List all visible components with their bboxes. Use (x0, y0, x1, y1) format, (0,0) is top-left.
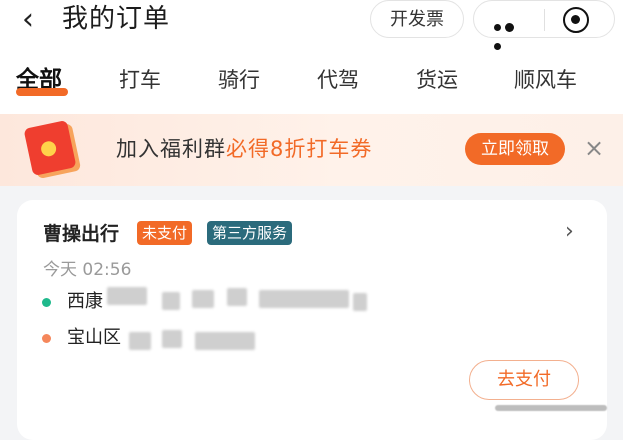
mini-program-capsule (473, 0, 615, 50)
more-icon[interactable] (494, 16, 528, 50)
redacted-start-address (192, 290, 214, 308)
redacted-end-address (195, 332, 255, 350)
redacted-start-address (107, 287, 147, 305)
order-type-tabs: 全部 打车 骑行 代驾 货运 顺风车 (0, 50, 623, 114)
close-target-icon[interactable] (563, 7, 589, 33)
redacted-end-address (162, 330, 182, 348)
invoice-button[interactable]: 开发票 (370, 0, 464, 38)
end-point-dot (42, 334, 51, 343)
close-icon[interactable]: × (584, 133, 604, 163)
tab-taxi[interactable]: 打车 (119, 66, 161, 94)
claim-now-button[interactable]: 立即领取 (465, 133, 565, 165)
capsule-divider (544, 9, 545, 31)
start-address: 西康 (67, 291, 103, 312)
banner-text: 加入福利群必得8折打车券 (116, 134, 372, 164)
active-tab-indicator (16, 88, 68, 96)
start-point-dot (42, 298, 51, 307)
redacted-start-address (162, 292, 180, 310)
red-envelope-icon (23, 119, 77, 177)
banner-text-prefix: 加入福利群 (116, 137, 226, 161)
banner-text-highlight: 必得8折打车券 (226, 137, 373, 161)
tab-designated-driver[interactable]: 代驾 (317, 66, 359, 94)
tab-freight[interactable]: 货运 (416, 66, 458, 94)
order-card[interactable]: 曹操出行 未支付 第三方服务 › 今天 02:56 西康 宝山区 去支付 (17, 200, 607, 440)
chevron-right-icon[interactable]: › (565, 218, 574, 246)
tab-cycling[interactable]: 骑行 (218, 66, 260, 94)
tab-carpool[interactable]: 顺风车 (514, 66, 577, 94)
redacted-end-address (129, 332, 151, 350)
pay-button[interactable]: 去支付 (469, 360, 579, 400)
status-badge: 未支付 (137, 221, 193, 245)
top-bar: ‹ 我的订单 开发票 (0, 0, 623, 50)
home-indicator (495, 405, 607, 411)
redacted-start-address (227, 288, 247, 306)
company-name: 曹操出行 (43, 223, 120, 245)
back-icon[interactable]: ‹ (22, 2, 34, 38)
page-title: 我的订单 (62, 4, 171, 34)
service-badge: 第三方服务 (207, 221, 293, 245)
end-address: 宝山区 (67, 327, 121, 348)
promo-banner[interactable]: 加入福利群必得8折打车券 立即领取 × (0, 114, 623, 186)
redacted-start-address (353, 293, 367, 311)
order-time: 今天 02:56 (43, 260, 132, 280)
redacted-start-address (259, 290, 349, 308)
